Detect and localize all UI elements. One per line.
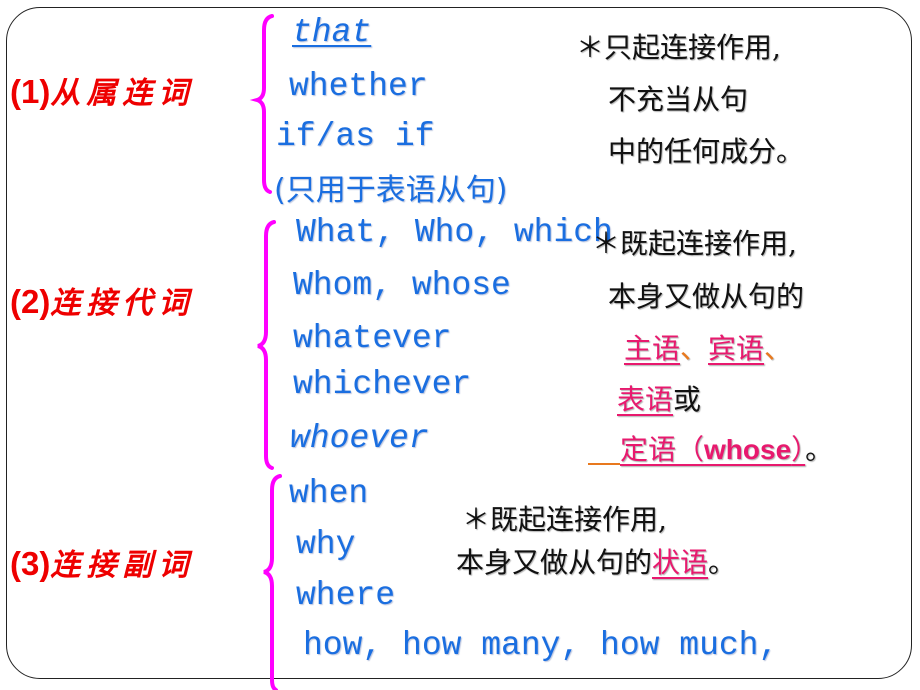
role-subject: 主语 — [624, 332, 681, 365]
word-whom-whose: Whom, whose — [293, 267, 511, 304]
section-1-title: 从属连词 — [50, 76, 195, 111]
orange-underline — [588, 463, 620, 465]
role-adverbial: 状语 — [652, 546, 709, 579]
section-3-note-line-1: ＊既起连接作用, — [462, 503, 667, 536]
section-3-note-text: 本身又做从句的 — [456, 546, 653, 579]
section-3-note-line-2: 本身又做从句的状语。 — [456, 541, 736, 581]
section-2-note-line-1: ＊既起连接作用, — [592, 227, 797, 260]
word-when: when — [289, 475, 369, 512]
section-2-heading: (2)连接代词 — [10, 278, 194, 322]
section-1-note-line-2: 不充当从句 — [608, 83, 749, 116]
word-if-as-if: if/as if — [276, 118, 435, 155]
word-whoever: whoever — [290, 420, 429, 457]
word-why: why — [296, 526, 356, 563]
section-3-period: 。 — [708, 546, 737, 579]
separator-2: 、 — [764, 332, 793, 365]
role-object: 宾语 — [708, 332, 765, 365]
role-attributive: 定语（whose） — [620, 433, 805, 466]
section-3-heading: (3)连接副词 — [10, 540, 194, 584]
section-1-brace — [249, 14, 274, 194]
role-attributive-en: whose — [704, 434, 792, 465]
word-predicative-only: (只用于表语从句) — [274, 173, 508, 208]
word-where: where — [296, 577, 396, 614]
role-attributive-cn: 定语（ — [620, 433, 705, 466]
section-2-title: 连接代词 — [50, 286, 195, 321]
word-whatever: whatever — [293, 320, 452, 357]
separator-1: 、 — [680, 332, 709, 365]
word-that: that — [292, 14, 372, 51]
section-2-note-line-2: 本身又做从句的 — [608, 280, 805, 313]
section-1-number: (1) — [10, 73, 51, 110]
section-1-note-line-1: ＊只起连接作用, — [576, 31, 781, 64]
section-2-brace — [257, 220, 276, 470]
section-2-roles-line-2: 表语或 — [617, 378, 701, 418]
section-3-brace — [263, 474, 282, 690]
word-how-many-much: how, how many, how much, — [303, 627, 779, 664]
word-what-who-which: What, Who, which — [296, 214, 613, 251]
section-2-number: (2) — [10, 283, 51, 320]
section-1-note-line-3: 中的任何成分。 — [608, 135, 805, 168]
conjunction-or: 或 — [673, 383, 702, 416]
section-3-number: (3) — [10, 545, 51, 582]
word-whichever: whichever — [293, 366, 472, 403]
section-3-title: 连接副词 — [50, 548, 195, 583]
word-whether: whether — [289, 68, 428, 105]
section-1-heading: (1)从属连词 — [10, 68, 194, 112]
role-predicative: 表语 — [617, 383, 674, 416]
role-attributive-close: ） — [791, 433, 806, 466]
section-2-roles-line-1: 主语、宾语、 — [624, 327, 792, 367]
section-2-period: 。 — [805, 433, 834, 466]
section-2-roles-line-3: 定语（whose）。 — [620, 428, 833, 468]
